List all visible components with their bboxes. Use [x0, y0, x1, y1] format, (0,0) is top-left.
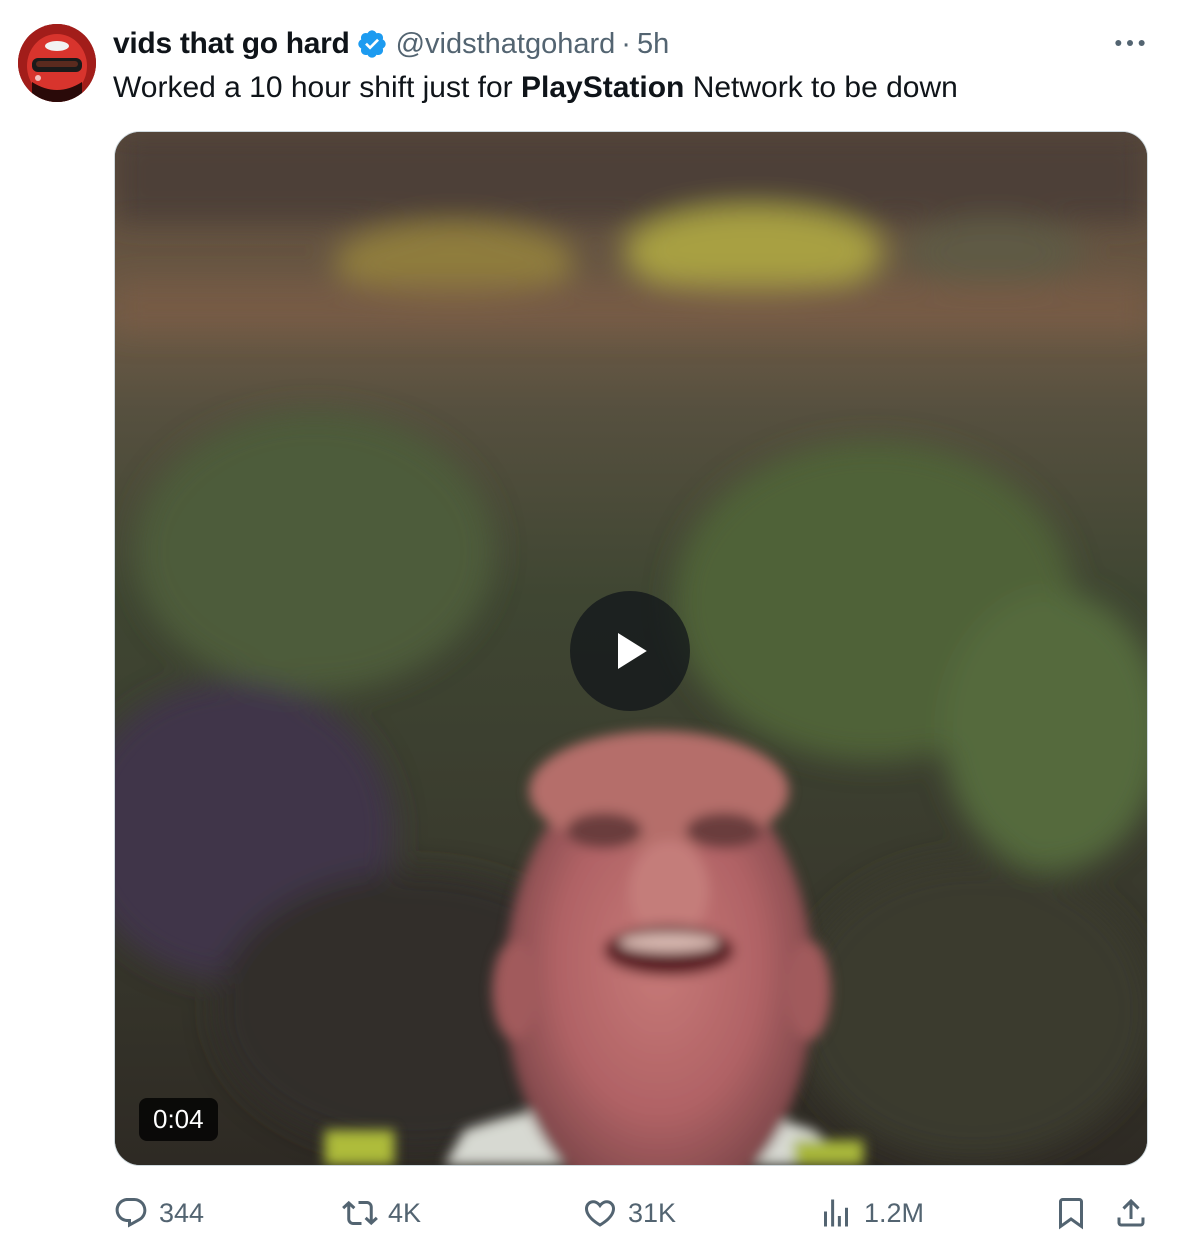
views-count: 1.2M — [864, 1197, 925, 1228]
verified-badge-icon[interactable] — [356, 28, 388, 60]
video-player[interactable]: 0:04 — [114, 131, 1148, 1166]
user-handle[interactable]: @vidsthatgohard — [396, 28, 616, 61]
like-count: 31K — [628, 1197, 677, 1228]
views-chart-icon — [824, 1199, 848, 1227]
video-duration: 0:04 — [139, 1098, 218, 1141]
more-options-icon[interactable] — [1110, 28, 1150, 58]
views-button[interactable]: 1.2M — [818, 1188, 924, 1238]
tweet-text: Worked a 10 hour shift just for PlayStat… — [113, 68, 1148, 108]
tweet[interactable]: vids that go hard @vidsthatgohard · 5h W… — [0, 0, 1178, 1246]
play-button[interactable] — [570, 591, 690, 711]
retweet-count: 4K — [388, 1197, 422, 1228]
tweet-timestamp[interactable]: 5h — [637, 28, 669, 61]
retweet-icon — [342, 1200, 378, 1226]
display-name[interactable]: vids that go hard — [113, 27, 350, 61]
avatar[interactable] — [18, 24, 96, 102]
action-bar: 344 4K 31K 1.2M — [113, 1188, 1153, 1238]
reply-button[interactable]: 344 — [113, 1188, 204, 1238]
reply-icon — [115, 1198, 147, 1228]
share-icon — [1117, 1198, 1145, 1227]
share-button[interactable] — [1113, 1188, 1149, 1238]
reply-count: 344 — [159, 1197, 205, 1228]
tweet-text-part: Worked a 10 hour shift just for — [113, 71, 521, 104]
heart-icon — [584, 1200, 616, 1227]
like-button[interactable]: 31K — [582, 1188, 676, 1238]
retweet-button[interactable]: 4K — [342, 1188, 421, 1238]
tweet-text-part: Network to be down — [684, 71, 958, 104]
play-icon — [618, 633, 647, 669]
bookmark-button[interactable] — [1053, 1188, 1089, 1238]
racing-helmet-avatar-icon — [18, 24, 96, 102]
tweet-text-bold: PlayStation — [520, 71, 685, 104]
header-separator: · — [621, 27, 631, 60]
bookmark-icon — [1059, 1198, 1083, 1230]
tweet-header: vids that go hard @vidsthatgohard · 5h — [113, 24, 1138, 64]
